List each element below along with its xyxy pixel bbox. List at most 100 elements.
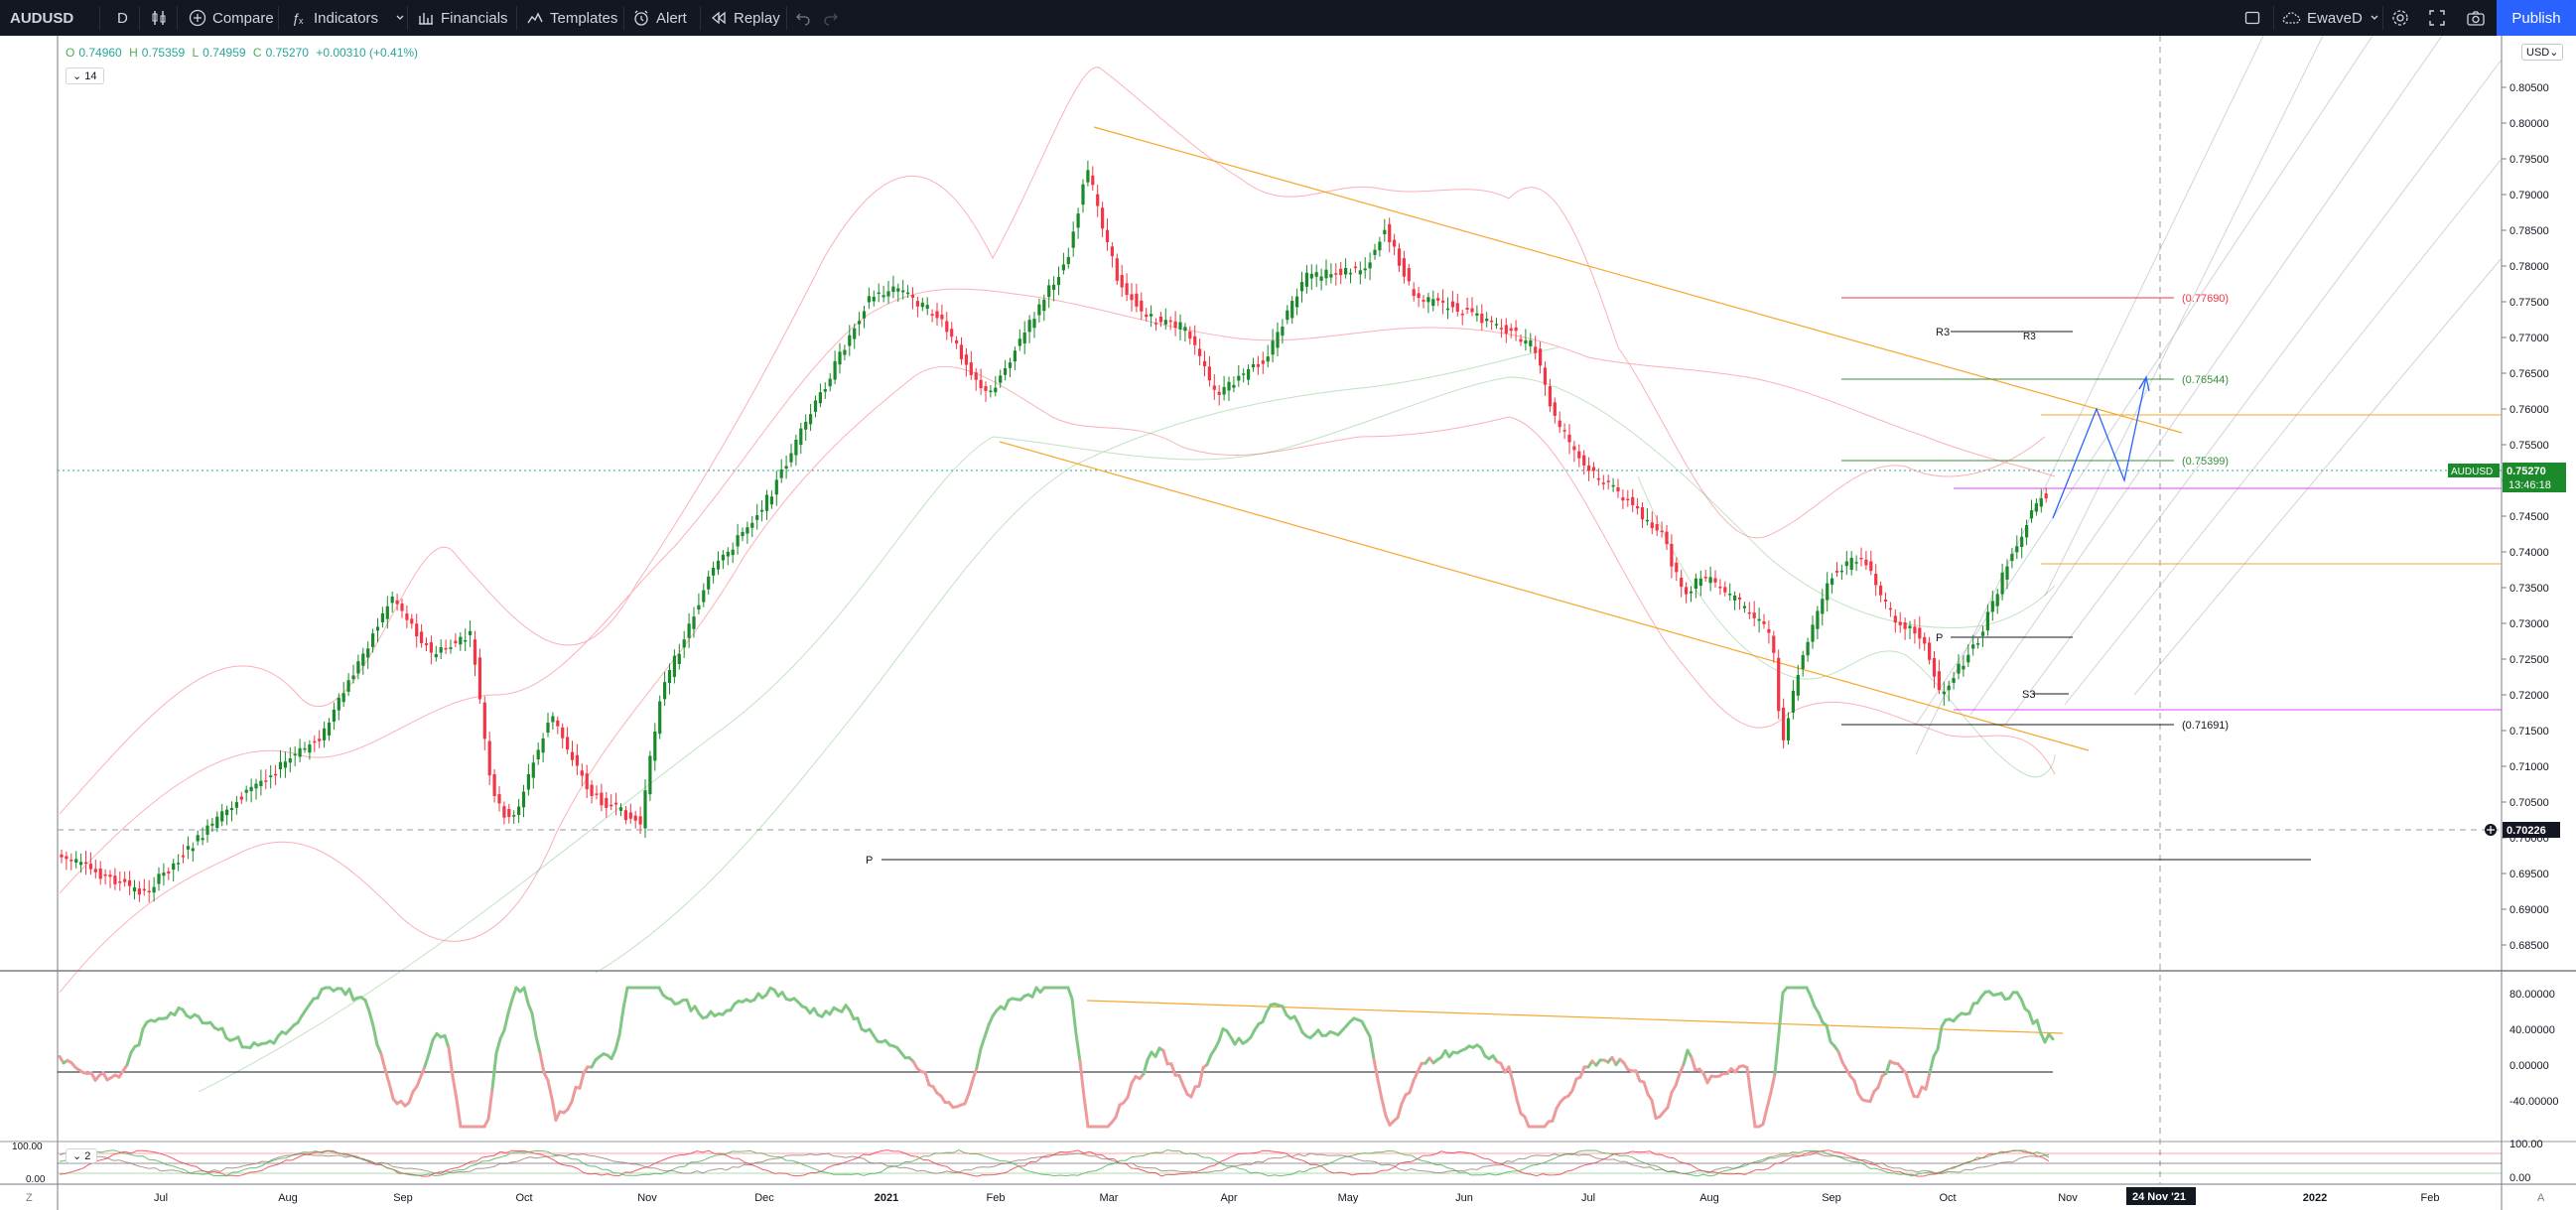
toolbar-divider bbox=[2273, 6, 2274, 30]
candle-body bbox=[1115, 258, 1119, 281]
candle-body bbox=[1737, 597, 1742, 601]
candle-body bbox=[1596, 477, 1600, 480]
candle-body bbox=[1777, 657, 1781, 712]
candle-body bbox=[371, 633, 375, 647]
indicators-label: Indicators bbox=[314, 9, 379, 27]
candle-body bbox=[784, 466, 788, 469]
layout-toggle-button[interactable] bbox=[2243, 0, 2261, 36]
alarm-clock-icon bbox=[634, 10, 648, 26]
candle-body bbox=[692, 616, 696, 629]
candle-body bbox=[1908, 625, 1912, 628]
candle-body bbox=[1548, 386, 1552, 407]
candle-body bbox=[1096, 194, 1100, 206]
candle-body bbox=[1227, 381, 1231, 391]
candle-body bbox=[1120, 274, 1124, 288]
snapshot-button[interactable] bbox=[2466, 0, 2486, 36]
candle-body bbox=[390, 597, 394, 604]
candle-body bbox=[1052, 284, 1056, 290]
financials-label: Financials bbox=[441, 9, 508, 27]
time-tick-label: Dec bbox=[754, 1192, 774, 1204]
corner-z-button[interactable]: Z bbox=[26, 1192, 33, 1204]
candle-body bbox=[595, 793, 599, 795]
candle-body bbox=[323, 728, 327, 740]
time-tick-label: Mar bbox=[1100, 1192, 1119, 1204]
candle-body bbox=[308, 744, 312, 753]
candle-body bbox=[541, 738, 545, 753]
candle-body bbox=[1577, 451, 1581, 459]
candle-body bbox=[128, 879, 132, 886]
candle-body bbox=[415, 623, 419, 637]
candle-body bbox=[1587, 466, 1591, 471]
currency-selector[interactable]: USD⌄ bbox=[2521, 44, 2564, 61]
candle-body bbox=[1728, 594, 1732, 596]
symbol-search[interactable]: AUDUSD bbox=[10, 0, 73, 36]
redo-button[interactable] bbox=[822, 0, 840, 36]
cloud-icon bbox=[2282, 12, 2301, 24]
level-label: (0.75399) bbox=[2182, 456, 2229, 468]
candle-body bbox=[561, 727, 565, 739]
chevron-down-icon bbox=[396, 15, 404, 20]
candle-body bbox=[672, 655, 676, 677]
candle-body bbox=[1689, 591, 1694, 594]
candle-body bbox=[1640, 506, 1645, 520]
candle-body bbox=[1261, 360, 1265, 364]
replay-label: Replay bbox=[734, 9, 780, 27]
candle-body bbox=[1796, 675, 1800, 696]
candle-body bbox=[920, 302, 924, 308]
fullscreen-button[interactable] bbox=[2428, 0, 2446, 36]
replay-button[interactable]: Replay bbox=[710, 0, 780, 36]
candle-body bbox=[147, 890, 151, 893]
compare-button[interactable]: Compare bbox=[189, 0, 274, 36]
candle-body bbox=[809, 414, 813, 425]
candle-body bbox=[1616, 486, 1620, 492]
indicator-collapse-button[interactable]: ⌄ 14 bbox=[66, 67, 104, 84]
chart-style-button[interactable] bbox=[150, 0, 168, 36]
candle-body bbox=[1806, 641, 1810, 656]
candle-body bbox=[1286, 310, 1289, 321]
alert-button[interactable]: Alert bbox=[632, 0, 687, 36]
candle-body bbox=[1485, 319, 1489, 322]
candle-body bbox=[405, 613, 409, 620]
candle-body bbox=[1990, 601, 1994, 612]
candle-body bbox=[1980, 631, 1985, 636]
candle-body bbox=[439, 647, 443, 653]
candle-body bbox=[774, 479, 778, 495]
publish-button[interactable]: Publish bbox=[2497, 0, 2576, 36]
candle-body bbox=[1898, 621, 1902, 625]
indicators-button[interactable]: ƒx Indicators bbox=[290, 0, 406, 36]
fx-icon: ƒx bbox=[292, 10, 304, 26]
candle-body bbox=[1582, 455, 1586, 466]
price-tick-label: 0.80500 bbox=[2509, 82, 2549, 94]
candle-body bbox=[269, 775, 273, 777]
settings-button[interactable] bbox=[2390, 0, 2410, 36]
templates-button[interactable]: Templates bbox=[526, 0, 617, 36]
candle-body bbox=[867, 296, 871, 303]
candle-body bbox=[1903, 622, 1907, 629]
undo-button[interactable] bbox=[794, 0, 812, 36]
pivot-label: R3 bbox=[2023, 332, 2036, 342]
financials-button[interactable]: Financials bbox=[417, 0, 508, 36]
candle-body bbox=[1611, 484, 1615, 487]
candle-body bbox=[1339, 268, 1343, 276]
price-tick-label: 0.73500 bbox=[2509, 583, 2549, 595]
chart-canvas[interactable]: (0.77690) (0.76544) (0.75399) (0.71691) … bbox=[0, 36, 2576, 1210]
corner-a-button[interactable]: A bbox=[2537, 1192, 2545, 1204]
pivot-label: P bbox=[1936, 632, 1943, 644]
open-label: O bbox=[66, 46, 75, 60]
layout-name-button[interactable]: EwaveD bbox=[2281, 0, 2380, 36]
candle-body bbox=[83, 862, 88, 865]
candle-body bbox=[858, 321, 862, 325]
candle-body bbox=[1601, 482, 1605, 484]
price-tick-label: 0.70500 bbox=[2509, 797, 2549, 809]
candle-body bbox=[1290, 301, 1294, 319]
interval-button[interactable]: D bbox=[117, 0, 128, 36]
oscillator-collapse-button[interactable]: ⌄ 2 bbox=[66, 1148, 98, 1163]
osc2-right-top: 100.00 bbox=[2509, 1139, 2543, 1150]
candle-body bbox=[288, 758, 292, 763]
time-tick-label: Sep bbox=[393, 1192, 413, 1204]
candle-body bbox=[1519, 338, 1523, 342]
candle-body bbox=[1772, 635, 1776, 653]
candle-body bbox=[605, 797, 609, 808]
candle-body bbox=[1212, 385, 1216, 390]
time-tick-label: 2021 bbox=[875, 1192, 898, 1204]
